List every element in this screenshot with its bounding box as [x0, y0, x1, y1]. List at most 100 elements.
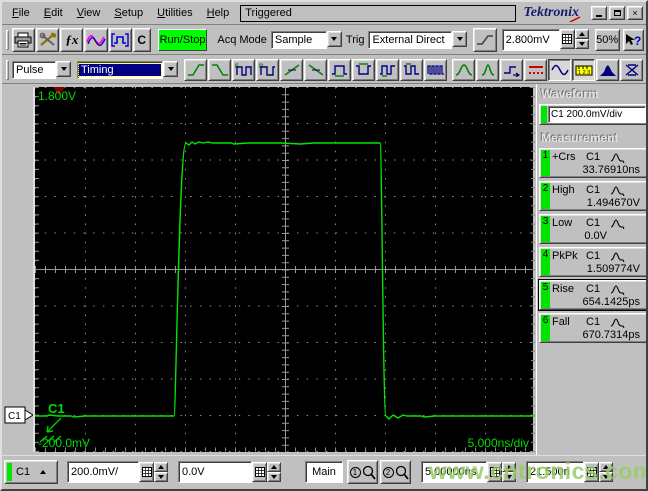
measurement-row-1[interactable]: 1 +Crs C1 33.76910ns: [539, 148, 646, 178]
fall-time-button[interactable]: [208, 58, 231, 81]
negative-duty-cycle-button[interactable]: [400, 58, 423, 81]
measurement-row-6[interactable]: 6 Fall C1 670.7314ps: [539, 313, 646, 343]
measurement-row-2[interactable]: 2 High C1 1.494670V: [539, 181, 646, 211]
measurement-row-5[interactable]: 5 Rise C1 654.1425ps: [538, 279, 646, 311]
subcategory-dropdown-button[interactable]: [163, 60, 178, 77]
negative-crossing-button[interactable]: [304, 58, 327, 81]
acq-mode-combo[interactable]: Sample: [270, 31, 342, 49]
close-button[interactable]: ×: [627, 6, 643, 20]
negative-width-button[interactable]: [352, 58, 375, 81]
waveform-display-button[interactable]: [548, 58, 571, 81]
meas-category-combo[interactable]: Pulse: [12, 60, 71, 79]
measurement-row-4[interactable]: 4 PkPk C1 1.509774V: [539, 247, 646, 277]
arrow-up-icon: [40, 470, 47, 474]
peak-narrow-button[interactable]: [476, 58, 499, 81]
measurement-name: Rise: [552, 283, 575, 295]
channel-select-button[interactable]: C1: [4, 460, 58, 484]
mag1-number: 1: [349, 466, 361, 478]
trig-source-combo[interactable]: External Direct: [368, 31, 468, 49]
mag2-button[interactable]: 2: [380, 460, 411, 484]
vertical-offset-field[interactable]: 0.0V: [178, 461, 252, 483]
horizontal-scale-spinner: [502, 462, 516, 482]
positive-duty-cycle-button[interactable]: [376, 58, 399, 81]
menu-utilities[interactable]: Utilities: [150, 5, 199, 21]
category-dropdown-button[interactable]: [56, 60, 71, 77]
keypad-button[interactable]: [559, 29, 575, 49]
waveform-database-button[interactable]: [84, 28, 108, 52]
trig-level-group: 2.800mV: [501, 29, 589, 51]
menu-help[interactable]: Help: [200, 5, 237, 21]
measurement-number: 2: [541, 183, 550, 209]
delay-button[interactable]: [500, 58, 523, 81]
positive-crossing-button[interactable]: [280, 58, 303, 81]
waveform-entry[interactable]: C1 200.0mV/div: [539, 104, 646, 125]
toolbar-grip[interactable]: [6, 30, 9, 50]
trig-label: Trig: [345, 34, 365, 46]
magnifier-icon: [395, 465, 409, 480]
frequency-button[interactable]: F: [232, 58, 255, 81]
context-help-button[interactable]: ?: [622, 29, 645, 51]
minimize-button[interactable]: [591, 6, 607, 20]
zoom-waveform-button[interactable]: [108, 28, 132, 52]
menu-view[interactable]: View: [70, 5, 108, 21]
period-button[interactable]: P: [256, 58, 279, 81]
toolbar-grip[interactable]: [6, 59, 9, 80]
spin-down-button[interactable]: [267, 472, 281, 482]
math-function-button[interactable]: ƒx: [60, 28, 84, 52]
meas-subcategory-combo[interactable]: Timing: [77, 60, 178, 79]
set-50-button[interactable]: 50%: [594, 29, 620, 51]
measurement-readout-button[interactable]: 1 2 3: [572, 58, 595, 81]
trig-level-field[interactable]: 2.800mV: [501, 29, 560, 51]
horizontal-position-field[interactable]: 21.500n: [526, 461, 584, 483]
measurement-source: C1: [586, 151, 601, 163]
rise-time-button[interactable]: [184, 58, 207, 81]
spin-up-button[interactable]: [154, 462, 168, 472]
measurement-row-3[interactable]: 3 Low C1 0.0V: [539, 214, 646, 244]
spin-down-button[interactable]: [574, 39, 589, 49]
acq-mode-dropdown-button[interactable]: [326, 31, 342, 47]
main-timebase-button[interactable]: Main: [305, 461, 343, 483]
menu-setup[interactable]: Setup: [107, 5, 150, 21]
trig-source-dropdown-button[interactable]: [452, 31, 468, 47]
mag1-button[interactable]: 1: [347, 460, 378, 484]
measurement-source: C1: [586, 217, 601, 229]
keypad-button[interactable]: [139, 462, 154, 482]
spin-down-button[interactable]: [502, 472, 516, 482]
negative-crossing-icon: [308, 63, 323, 76]
histogram-button[interactable]: [596, 58, 619, 81]
peak-wide-button[interactable]: [452, 58, 475, 81]
horizontal-scale-field[interactable]: 5.00000ns: [421, 461, 487, 483]
keypad-button[interactable]: [252, 462, 267, 482]
spin-up-button[interactable]: [502, 462, 516, 472]
keypad-button[interactable]: [487, 462, 502, 482]
trig-slope-button[interactable]: [473, 28, 497, 52]
scope-display[interactable]: 1.800V C1 -200.0mV 5.000ns/div: [33, 87, 535, 452]
tools-button[interactable]: [36, 28, 60, 52]
spin-up-button[interactable]: [599, 462, 613, 472]
run-stop-button[interactable]: Run/Stop: [157, 29, 208, 51]
channel-marker[interactable]: C1: [4, 406, 36, 427]
spin-up-button[interactable]: [574, 29, 589, 39]
pulse-shape-icon: [610, 251, 625, 262]
burst-width-button[interactable]: [424, 58, 447, 81]
measurement-name: +Crs: [552, 151, 576, 163]
cursors-button[interactable]: [524, 58, 547, 81]
positive-width-button[interactable]: [328, 58, 351, 81]
peak-narrow-icon: [481, 63, 494, 76]
clear-button[interactable]: C: [132, 28, 151, 52]
print-button[interactable]: [11, 28, 36, 52]
help-pointer-icon: ?: [626, 34, 641, 47]
menu-file[interactable]: File: [5, 5, 37, 21]
mask-test-button[interactable]: [620, 58, 643, 81]
restore-icon: [613, 10, 621, 16]
arrow-down-icon: [506, 475, 512, 479]
vertical-scale-field[interactable]: 200.0mV/: [67, 461, 139, 483]
measurement-name: Fall: [552, 316, 570, 328]
keypad-button[interactable]: [584, 462, 599, 482]
spin-down-button[interactable]: [154, 472, 168, 482]
spin-up-button[interactable]: [267, 462, 281, 472]
menu-edit[interactable]: Edit: [37, 5, 70, 21]
minimize-icon: [596, 15, 602, 17]
spin-down-button[interactable]: [599, 472, 613, 482]
restore-button[interactable]: [609, 6, 625, 20]
